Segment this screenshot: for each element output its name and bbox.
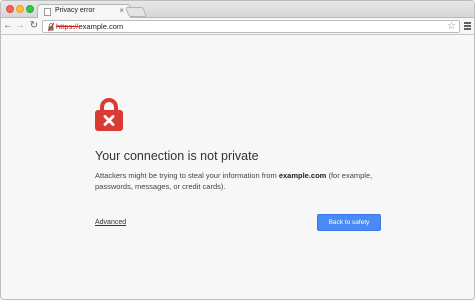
reload-button[interactable]: ↻	[28, 19, 40, 33]
url-scheme: https://	[56, 22, 79, 31]
tab-privacy-error[interactable]: Privacy error ×	[37, 4, 131, 19]
warning-description: Attackers might be trying to steal your …	[95, 171, 395, 192]
toolbar: ← → ↻ https://example.com ☆	[1, 18, 474, 35]
page-icon	[44, 8, 51, 16]
page-title: Your connection is not private	[95, 149, 259, 163]
url-text[interactable]: https://example.com	[56, 22, 123, 32]
close-window-button[interactable]	[6, 5, 14, 13]
back-to-safety-button[interactable]: Back to safety	[317, 214, 381, 231]
url-host: example.com	[78, 22, 124, 31]
back-button[interactable]: ←	[2, 19, 14, 33]
description-host: example.com	[278, 171, 327, 180]
star-icon[interactable]: ☆	[447, 21, 456, 33]
tab-strip: Privacy error ×	[1, 1, 474, 19]
advanced-link[interactable]: Advanced	[95, 219, 126, 226]
address-bar[interactable]: https://example.com ☆	[42, 20, 460, 33]
red-lock-x-icon	[95, 98, 123, 131]
zoom-window-button[interactable]	[26, 5, 34, 13]
close-tab-icon[interactable]: ×	[119, 6, 124, 16]
interstitial-page: Your connection is not private Attackers…	[1, 36, 474, 299]
broken-lock-icon[interactable]	[48, 23, 54, 31]
browser-window: Privacy error × ← → ↻ https://example.co…	[0, 0, 475, 300]
new-tab-button[interactable]	[125, 7, 147, 17]
description-prefix: Attackers might be trying to steal your …	[95, 171, 279, 180]
hamburger-menu-icon[interactable]	[464, 22, 471, 30]
minimize-window-button[interactable]	[16, 5, 24, 13]
tab-title: Privacy error	[55, 7, 95, 14]
forward-button[interactable]: →	[14, 19, 26, 33]
